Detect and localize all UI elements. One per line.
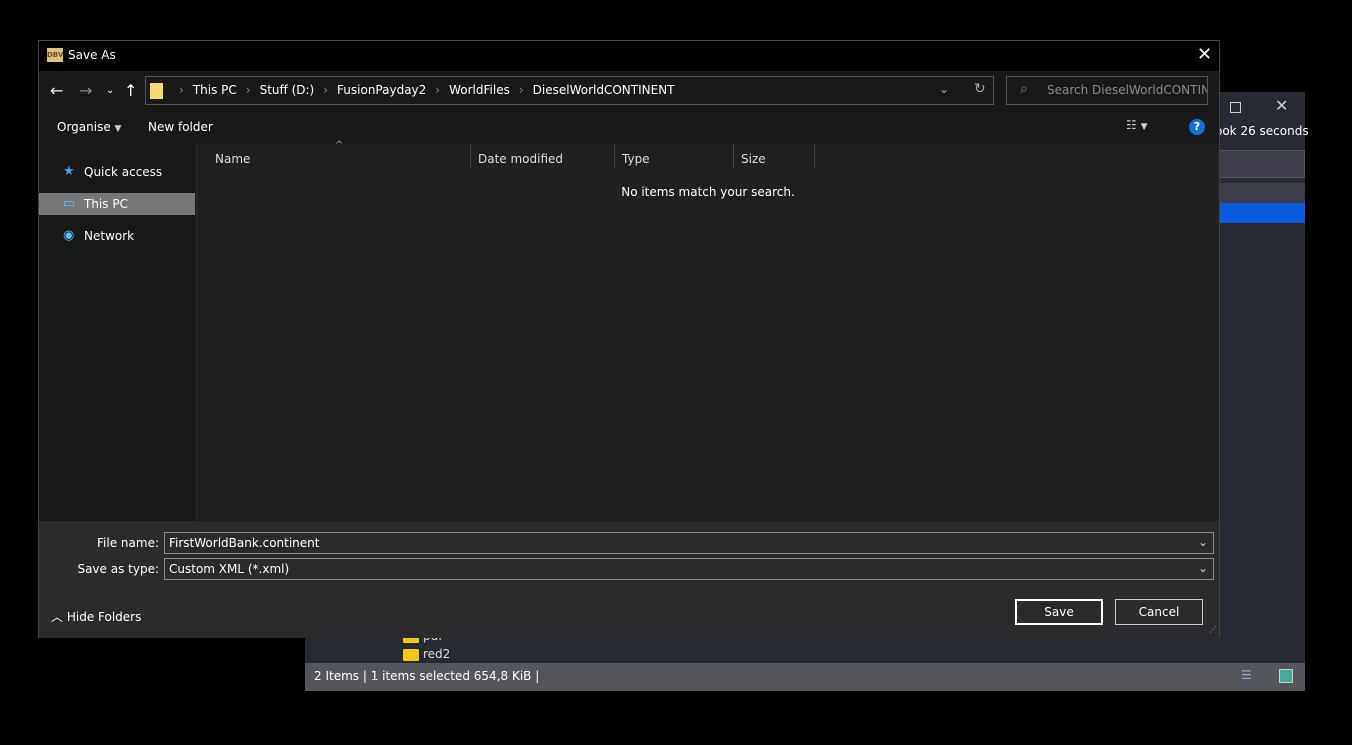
column-header-type[interactable]: Type [615,144,734,169]
navigation-pane: ★ Quick access ▭ This PC ◉ Network [39,144,197,521]
view-options-icon[interactable]: ☷ ▼ [1126,118,1148,132]
empty-message: No items match your search. [621,185,795,199]
hide-folders-button[interactable]: ︿ Hide Folders [51,608,141,625]
recent-chevron-icon[interactable]: ⌄ [106,85,114,96]
breadcrumb-item[interactable]: FusionPayday2 [337,83,426,97]
panel-bar [1219,183,1305,203]
maximize-button[interactable] [1230,102,1241,113]
list-view-icon[interactable]: ☰ [1241,668,1252,682]
breadcrumb-item[interactable]: DieselWorldCONTINENT [533,83,675,97]
help-icon[interactable]: ? [1189,119,1205,135]
star-icon: ★ [63,164,75,179]
network-icon: ◉ [63,228,75,243]
dialog-title: Save As [68,48,116,62]
elapsed-time-text: ook 26 seconds [1215,124,1309,138]
column-header-size[interactable]: Size [734,144,815,169]
breadcrumb-item[interactable]: WorldFiles [449,83,510,97]
status-bar: 2 Items | 1 items selected 654,8 KiB | ☰ [305,663,1305,691]
column-header-name[interactable]: Name [208,144,471,169]
up-arrow-icon[interactable]: ↑ [124,81,137,100]
organise-button[interactable]: Organise ▼ [57,120,121,134]
resize-grip-icon[interactable]: ⋰ [1209,625,1217,634]
nav-item-network[interactable]: ◉ Network [39,225,195,247]
status-text: 2 Items | 1 items selected 654,8 KiB | [314,669,540,683]
toolbar: Organise ▼ New folder ☷ ▼ ? [39,109,1219,144]
new-folder-button[interactable]: New folder [148,120,213,134]
image-view-icon[interactable] [1279,669,1293,683]
chevron-down-icon[interactable]: ⌄ [939,82,949,96]
close-button[interactable]: ✕ [1275,96,1288,115]
file-list: ^ Name Date modified Type Size No items … [197,140,1219,521]
title-bar: DBV Save As ✕ [39,41,1219,71]
file-name-input[interactable]: FirstWorldBank.continent ⌄ [164,532,1214,554]
folder-icon [403,648,419,661]
search-input[interactable]: ⌕ Search DieselWorldCONTINE... [1006,76,1208,105]
address-bar[interactable]: › This PC › Stuff (D:) › FusionPayday2 › Wor… [145,76,994,105]
chevron-down-icon[interactable]: ⌄ [1198,561,1208,575]
chevron-up-icon: ︿ [51,610,64,624]
folder-icon [150,83,163,99]
app-icon: DBV [47,48,63,62]
breadcrumb: › This PC › Stuff (D:) › FusionPayday2 › Wor… [179,83,675,97]
refresh-icon[interactable]: ↻ [974,81,986,97]
save-button[interactable]: Save [1015,599,1103,625]
nav-item-this-pc[interactable]: ▭ This PC [39,193,195,215]
save-options-panel: File name: FirstWorldBank.continent ⌄ Sav… [39,521,1219,638]
forward-arrow-icon[interactable]: → [79,81,92,100]
selected-row[interactable] [1219,203,1305,223]
column-header-date[interactable]: Date modified [471,144,615,169]
panel-bar [1219,150,1305,178]
save-type-select[interactable]: Custom XML (*.xml) ⌄ [164,558,1214,580]
tree-item[interactable]: red2 [403,647,450,661]
save-type-label: Save as type: [77,562,159,576]
file-name-label: File name: [97,536,159,550]
address-row: ← → ⌄ ↑ › This PC › Stuff (D:) › FusionPayd… [39,71,1219,109]
search-icon: ⌕ [1020,81,1028,97]
save-as-dialog: DBV Save As ✕ ← → ⌄ ↑ › This PC › Stuff (D… [38,40,1220,638]
chevron-down-icon[interactable]: ⌄ [1198,535,1208,549]
close-icon[interactable]: ✕ [1197,44,1212,65]
nav-item-quick-access[interactable]: ★ Quick access [39,161,195,183]
computer-icon: ▭ [63,196,76,211]
breadcrumb-item[interactable]: This PC [193,83,237,97]
breadcrumb-item[interactable]: Stuff (D:) [260,83,315,97]
cancel-button[interactable]: Cancel [1115,599,1203,625]
back-arrow-icon[interactable]: ← [50,81,63,100]
